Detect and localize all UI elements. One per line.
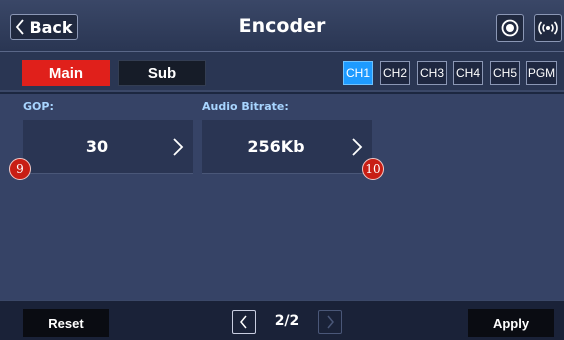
reset-button[interactable]: Reset <box>23 309 109 337</box>
channel-pgm[interactable]: PGM <box>526 61 557 85</box>
chevron-left-icon <box>240 315 247 329</box>
callout-badge-10: 10 <box>362 158 384 180</box>
chevron-left-icon <box>16 19 25 35</box>
channel-ch5[interactable]: CH5 <box>490 61 520 85</box>
tab-sub[interactable]: Sub <box>118 60 206 86</box>
back-button[interactable]: Back <box>10 14 78 40</box>
page-indicator: 2/2 <box>274 313 300 329</box>
audio-bitrate-label: Audio Bitrate: <box>202 100 289 113</box>
chevron-right-icon <box>173 137 184 156</box>
next-page-button[interactable] <box>318 310 342 334</box>
tab-bar: Main Sub CH1 CH2 CH3 CH4 CH5 PGM <box>0 52 564 92</box>
callout-badge-9: 9 <box>9 158 31 180</box>
settings-panel: GOP: 30 Audio Bitrate: 256Kb 9 10 <box>0 94 564 300</box>
broadcast-button[interactable] <box>534 14 562 42</box>
prev-page-button[interactable] <box>232 310 256 334</box>
record-button[interactable] <box>496 14 524 42</box>
page-title: Encoder <box>238 15 326 37</box>
top-bar: Back Encoder <box>0 0 564 52</box>
footer-bar: Reset 2/2 Apply <box>0 300 564 340</box>
audio-bitrate-value: 256Kb <box>247 137 305 156</box>
broadcast-icon <box>538 21 558 35</box>
channel-ch1[interactable]: CH1 <box>343 61 373 85</box>
channel-ch2[interactable]: CH2 <box>380 61 410 85</box>
gop-label: GOP: <box>23 100 54 113</box>
back-label: Back <box>29 17 73 37</box>
tab-main[interactable]: Main <box>22 60 110 86</box>
channel-ch4[interactable]: CH4 <box>453 61 483 85</box>
audio-bitrate-field[interactable]: 256Kb <box>202 120 372 174</box>
chevron-right-icon <box>352 137 363 156</box>
gop-value: 30 <box>85 137 109 156</box>
record-icon <box>501 19 519 37</box>
gop-field[interactable]: 30 <box>23 120 193 174</box>
apply-button[interactable]: Apply <box>468 309 554 337</box>
channel-ch3[interactable]: CH3 <box>417 61 447 85</box>
chevron-right-icon <box>327 315 334 329</box>
